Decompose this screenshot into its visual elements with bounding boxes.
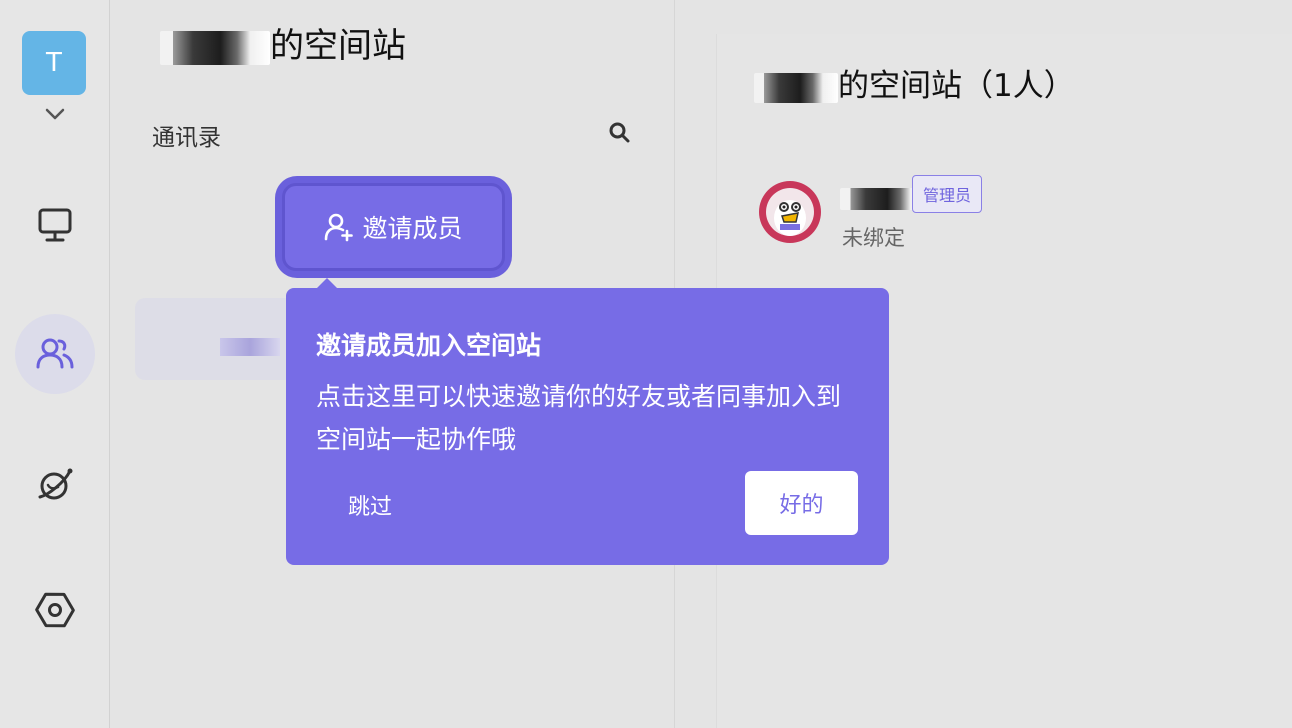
- members-title: 的空间站（1人）: [754, 60, 1075, 105]
- members-title-text: 的空间站（1人）: [838, 68, 1075, 104]
- redacted-item-label: [220, 338, 280, 356]
- invite-guide-popover: 邀请成员加入空间站 点击这里可以快速邀请你的好友或者同事加入到空间站一起协作哦 …: [286, 288, 889, 565]
- rail-item-desktop[interactable]: [15, 184, 95, 264]
- member-status: 未绑定: [842, 226, 905, 250]
- popover-title: 邀请成员加入空间站: [316, 331, 542, 360]
- workspace-title: 的空间站: [160, 18, 406, 67]
- users-icon: [36, 338, 74, 369]
- redacted-name: [754, 72, 838, 103]
- planet-icon: [38, 468, 73, 500]
- workspace-title-text: 的空间站: [270, 26, 406, 66]
- invite-member-button[interactable]: 邀请成员: [275, 176, 512, 278]
- app-root: T 的空间站 通讯录 邀请成员 的空间站（1人） 管理员 未绑定 邀请成员加入空…: [0, 0, 1292, 728]
- rail-item-settings[interactable]: [15, 570, 95, 650]
- skip-button[interactable]: 跳过: [348, 489, 392, 521]
- popover-body: 点击这里可以快速邀请你的好友或者同事加入到空间站一起协作哦: [316, 382, 842, 454]
- desktop-icon: [38, 208, 72, 242]
- chevron-down-icon[interactable]: [44, 106, 66, 122]
- ok-button[interactable]: 好的: [745, 471, 858, 535]
- admin-role-badge: 管理员: [912, 175, 983, 213]
- left-rail: T: [0, 0, 110, 728]
- redacted-name: [160, 30, 270, 65]
- add-user-icon: [325, 213, 354, 242]
- rail-item-contacts[interactable]: [15, 314, 95, 394]
- invite-member-button-inner: 邀请成员: [282, 183, 505, 271]
- search-icon[interactable]: [607, 120, 631, 144]
- contact-list-item[interactable]: [135, 298, 295, 380]
- settings-icon: [35, 592, 75, 628]
- member-avatar[interactable]: [758, 180, 822, 244]
- workspace-avatar-letter: T: [46, 48, 62, 78]
- contacts-label: 通讯录: [152, 125, 221, 151]
- invite-member-label: 邀请成员: [362, 214, 463, 243]
- ok-button-label: 好的: [779, 493, 824, 518]
- admin-role-text: 管理员: [923, 186, 972, 205]
- rail-item-planet[interactable]: [15, 444, 95, 524]
- workspace-avatar[interactable]: T: [22, 31, 86, 95]
